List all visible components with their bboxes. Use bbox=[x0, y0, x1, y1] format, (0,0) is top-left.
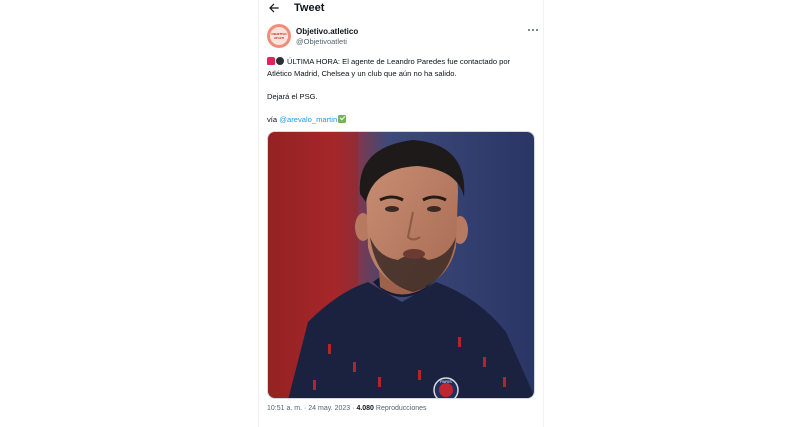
check-mark-emoji-icon bbox=[338, 114, 347, 123]
avatar-logo-text: OBJETIVO ATLETI bbox=[270, 27, 288, 45]
avatar[interactable]: OBJETIVO ATLETI bbox=[267, 24, 291, 48]
meta-separator: · bbox=[352, 405, 355, 412]
tweet-detail-column: Tweet OBJETIVO ATLETI Objetivo.atletico … bbox=[258, 0, 544, 427]
author-handle[interactable]: @Objetivoatleti bbox=[296, 37, 347, 46]
views-count: 4.080 bbox=[356, 405, 374, 412]
tweet-text-spacer bbox=[267, 79, 539, 91]
tweet-text-line-2: Atlético Madrid, Chelsea y un club que a… bbox=[267, 68, 457, 78]
tweet-text-line-1: ÚLTIMA HORA: El agente de Leandro Parede… bbox=[267, 56, 539, 68]
author-display-name[interactable]: Objetivo.atletico bbox=[296, 27, 358, 36]
siren-emoji-icon bbox=[267, 57, 275, 65]
bomb-emoji-icon bbox=[276, 57, 284, 65]
tweet-time[interactable]: 10:51 a. m. bbox=[267, 405, 302, 412]
tweet-photo[interactable]: PARIS bbox=[267, 131, 535, 399]
tweet-author: OBJETIVO ATLETI Objetivo.atletico @Objet… bbox=[267, 24, 539, 50]
mention-link[interactable]: @arevalo_martin bbox=[279, 115, 337, 124]
player-photo-illustration: PARIS bbox=[268, 132, 534, 398]
more-horizontal-icon[interactable] bbox=[527, 27, 539, 33]
tweet-text-headline: ÚLTIMA HORA: El agente de Leandro Parede… bbox=[287, 57, 511, 66]
arrow-left-icon[interactable] bbox=[267, 1, 281, 15]
tweet-text: ÚLTIMA HORA: El agente de Leandro Parede… bbox=[267, 56, 539, 125]
page-title: Tweet bbox=[294, 2, 325, 14]
tweet-metadata: 10:51 a. m. · 24 may. 2023 · 4.080 Repro… bbox=[267, 405, 427, 412]
tweet-date[interactable]: 24 may. 2023 bbox=[308, 405, 350, 412]
top-bar: Tweet bbox=[259, 0, 545, 18]
meta-separator: · bbox=[303, 405, 307, 412]
tweet-text-line-3: Dejará el PSG. bbox=[267, 91, 318, 101]
tweet-via-line: vía @arevalo_martin bbox=[267, 114, 539, 126]
via-label: vía bbox=[267, 114, 278, 124]
tweet-text-spacer-2 bbox=[267, 102, 539, 114]
crest-text: PARIS bbox=[440, 379, 452, 384]
views-label: Reproducciones bbox=[375, 405, 427, 412]
